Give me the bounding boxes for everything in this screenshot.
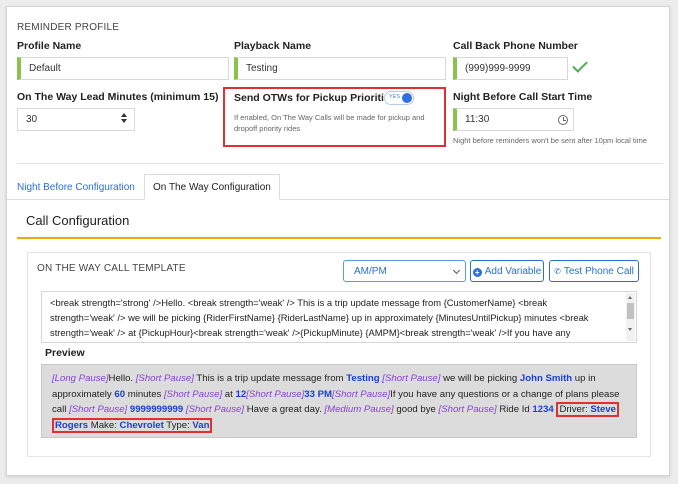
template-line: strength='weak' /> at {PickupHour}<break… — [50, 327, 571, 338]
lead-minutes-label: On The Way Lead Minutes (minimum 15) — [17, 91, 219, 103]
lead-minutes-stepper[interactable]: 30 — [17, 108, 135, 131]
time-format-value: AM/PM — [354, 266, 387, 277]
spinner-arrows-icon[interactable] — [121, 113, 127, 123]
valid-check-icon — [572, 57, 588, 73]
add-variable-label: Add Variable — [484, 266, 542, 277]
night-note: Night before reminders won't be sent aft… — [453, 136, 648, 145]
plus-circle-icon: + — [472, 268, 482, 277]
preview-box: [Long Pause]Hello. [Short Pause] This is… — [41, 364, 637, 438]
tab-night-before[interactable]: Night Before Configuration — [17, 182, 135, 193]
preview-line: Rogers Make: Chevrolet Type: Van — [52, 417, 626, 434]
template-title: ON THE WAY CALL TEMPLATE — [37, 263, 186, 274]
test-phone-call-button[interactable]: ✆ Test Phone Call — [549, 260, 639, 282]
playback-name-label: Playback Name — [234, 40, 312, 52]
chevron-down-icon — [452, 266, 461, 275]
section-divider — [17, 163, 663, 164]
driver-highlight: Driver: Steve — [556, 402, 619, 417]
orange-divider — [17, 237, 661, 239]
night-start-value: 11:30 — [465, 114, 490, 125]
tabs-baseline — [7, 199, 669, 200]
send-otw-label: Send OTWs for Pickup Priorities — [234, 92, 396, 104]
time-format-select[interactable]: AM/PM — [343, 260, 466, 282]
template-textarea[interactable]: <break strength='strong' />Hello. <break… — [41, 291, 637, 343]
night-start-time-input[interactable]: 11:30 — [453, 108, 574, 131]
profile-name-label: Profile Name — [17, 40, 82, 52]
template-line: strength='weak' /> we will be picking {R… — [50, 312, 589, 323]
toggle-yes-text: YES — [389, 94, 401, 100]
phone-icon: ✆ — [554, 267, 561, 276]
callback-phone-label: Call Back Phone Number — [453, 40, 578, 52]
preview-line: [Long Pause]Hello. [Short Pause] This is… — [52, 373, 596, 384]
preview-line: approximately 60 minutes [Short Pause] a… — [52, 388, 620, 400]
test-call-label: Test Phone Call — [563, 266, 634, 277]
night-start-label: Night Before Call Start Time — [453, 91, 593, 103]
add-variable-button[interactable]: + Add Variable — [470, 260, 544, 282]
toggle-knob — [402, 93, 412, 103]
tab-on-the-way[interactable]: On The Way Configuration — [144, 174, 280, 200]
profile-name-input[interactable]: Default — [17, 57, 229, 80]
lead-minutes-value: 30 — [26, 114, 38, 125]
textarea-scrollbar[interactable] — [626, 293, 635, 341]
callback-phone-input[interactable]: (999)999-9999 — [453, 57, 568, 80]
vehicle-highlight: Rogers Make: Chevrolet Type: Van — [52, 417, 213, 433]
send-otw-note: If enabled, On The Way Calls will be mad… — [234, 113, 425, 133]
clock-icon[interactable] — [558, 115, 568, 125]
playback-name-input[interactable]: Testing — [234, 57, 446, 80]
reminder-profile-card: REMINDER PROFILE Profile Name Playback N… — [6, 6, 670, 476]
section-title: REMINDER PROFILE — [17, 22, 120, 33]
send-otw-toggle[interactable]: YES — [384, 91, 414, 105]
preview-line: call [Short Pause] 9999999999 [Short Pau… — [52, 402, 626, 418]
template-line: <break strength='strong' />Hello. <break… — [50, 297, 548, 308]
preview-label: Preview — [45, 347, 85, 359]
call-config-title: Call Configuration — [26, 213, 130, 228]
